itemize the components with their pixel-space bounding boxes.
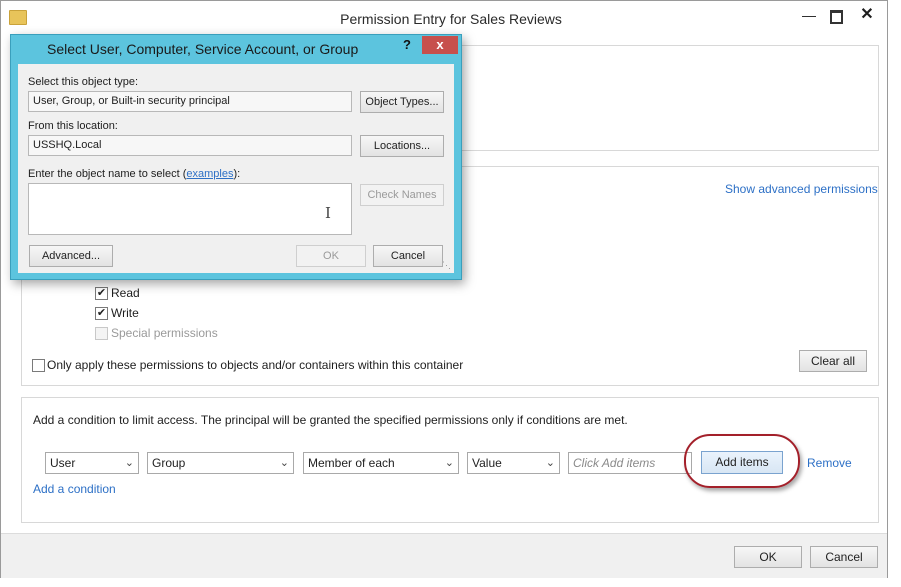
minimize-button[interactable]: —	[798, 7, 820, 25]
object-type-value: User, Group, or Built-in security princi…	[33, 95, 230, 107]
value-placeholder: Click Add items	[573, 456, 656, 470]
value-type-value: Value	[472, 456, 502, 470]
chevron-down-icon: ⌄	[444, 457, 454, 469]
chevron-down-icon: ⌄	[545, 457, 555, 469]
only-apply-checkbox[interactable]	[32, 359, 45, 372]
check-names-button: Check Names	[360, 184, 444, 206]
object-type-label: Select this object type:	[28, 76, 139, 88]
chevron-down-icon: ⌄	[124, 457, 134, 469]
maximize-icon	[830, 10, 843, 24]
object-types-button[interactable]: Object Types...	[360, 91, 444, 113]
add-condition-link[interactable]: Add a condition	[33, 482, 116, 496]
advanced-button[interactable]: Advanced...	[29, 245, 113, 267]
object-type-field: User, Group, or Built-in security princi…	[28, 91, 352, 112]
title-bar: Permission Entry for Sales Reviews — ✕	[1, 1, 887, 35]
write-label: Write	[111, 306, 139, 320]
attribute-select[interactable]: Group ⌄	[147, 452, 294, 474]
location-value: USSHQ.Local	[33, 139, 102, 151]
read-checkbox[interactable]: ✔	[95, 287, 108, 300]
resize-grip-icon[interactable]: ⋱	[442, 260, 451, 271]
operator-value: Member of each	[308, 456, 395, 470]
add-items-button[interactable]: Add items	[701, 451, 783, 474]
dialog-ok-button: OK	[296, 245, 366, 267]
dialog-cancel-button[interactable]: Cancel	[373, 245, 443, 267]
only-apply-label: Only apply these permissions to objects …	[47, 358, 464, 372]
close-icon: x	[436, 37, 444, 52]
dialog-close-button[interactable]: x	[422, 36, 458, 54]
window-title: Permission Entry for Sales Reviews	[340, 11, 562, 27]
remove-link[interactable]: Remove	[807, 456, 852, 470]
operator-select[interactable]: Member of each ⌄	[303, 452, 459, 474]
condition-description: Add a condition to limit access. The pri…	[33, 413, 628, 427]
ok-button[interactable]: OK	[734, 546, 802, 568]
dialog-body: Select this object type: User, Group, or…	[18, 64, 454, 273]
special-permissions-checkbox	[95, 327, 108, 340]
attribute-type-select[interactable]: User ⌄	[45, 452, 139, 474]
value-input[interactable]: Click Add items	[568, 452, 692, 474]
help-button[interactable]: ?	[394, 36, 420, 54]
maximize-button[interactable]	[824, 7, 846, 25]
help-icon: ?	[403, 37, 411, 52]
value-type-select[interactable]: Value ⌄	[467, 452, 560, 474]
enter-object-name-label: Enter the object name to select (example…	[28, 168, 241, 180]
attribute-value: Group	[152, 456, 186, 470]
attribute-type-value: User	[50, 456, 76, 470]
clear-all-button[interactable]: Clear all	[799, 350, 867, 372]
cancel-button[interactable]: Cancel	[810, 546, 878, 568]
select-user-dialog: Select User, Computer, Service Account, …	[10, 34, 462, 280]
read-label: Read	[111, 286, 140, 300]
chevron-down-icon: ⌄	[279, 457, 289, 469]
examples-link[interactable]: examples	[186, 168, 233, 180]
close-button[interactable]: ✕	[853, 5, 881, 25]
write-checkbox[interactable]: ✔	[95, 307, 108, 320]
text-cursor-icon: I	[325, 204, 331, 222]
show-advanced-permissions-link[interactable]: Show advanced permissions	[725, 182, 878, 196]
object-name-input[interactable]: I	[28, 183, 352, 235]
special-permissions-label: Special permissions	[111, 326, 218, 340]
dialog-title: Select User, Computer, Service Account, …	[47, 41, 359, 57]
location-field: USSHQ.Local	[28, 135, 352, 156]
locations-button[interactable]: Locations...	[360, 135, 444, 157]
location-label: From this location:	[28, 120, 118, 132]
